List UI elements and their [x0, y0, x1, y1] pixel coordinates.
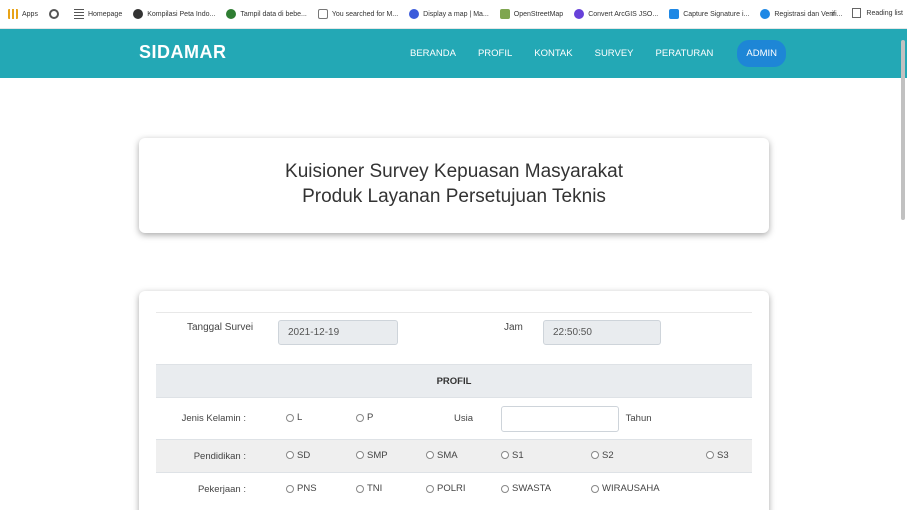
- radio-icon[interactable]: [426, 484, 434, 493]
- profile-table: PROFIL Jenis Kelamin : L P Usia Tahun Pe…: [156, 364, 752, 506]
- bookmark-chrome[interactable]: [48, 9, 63, 19]
- bookmark-convert-arcgis[interactable]: Convert ArcGIS JSO...: [574, 9, 658, 19]
- site-icon: [760, 9, 771, 19]
- education-option-smp[interactable]: SMP: [356, 439, 426, 473]
- bookmark-homepage[interactable]: Homepage: [73, 9, 122, 19]
- radio-icon[interactable]: [286, 484, 294, 493]
- nav-menu: BERANDA PROFIL KONTAK SURVEY PERATURAN A…: [410, 29, 787, 78]
- education-row: Pendidikan : SD SMP SMA S1 S2 S3: [156, 439, 752, 473]
- more-bookmarks-chevron-icon[interactable]: »: [831, 9, 835, 18]
- site-icon: [574, 9, 585, 19]
- survey-date-field[interactable]: 2021-12-19: [278, 320, 398, 345]
- bookmark-openstreetmap[interactable]: OpenStreetMap: [499, 9, 563, 19]
- radio-icon[interactable]: [426, 451, 434, 460]
- education-option-sma[interactable]: SMA: [426, 439, 501, 473]
- radio-icon[interactable]: [356, 413, 364, 422]
- job-option-polri[interactable]: POLRI: [426, 472, 501, 506]
- radio-icon[interactable]: [356, 484, 364, 493]
- apps-grid-icon: [8, 9, 18, 19]
- bookmarks-bar: Apps Homepage Kompilasi Peta Indo... Tam…: [0, 0, 907, 29]
- bookmark-display-map[interactable]: Display a map | Ma...: [409, 9, 489, 19]
- job-option-tni[interactable]: TNI: [356, 472, 426, 506]
- profile-section-title: PROFIL: [156, 364, 752, 398]
- site-icon: [133, 9, 144, 19]
- job-option-wirausaha[interactable]: WIRAUSAHA: [591, 472, 752, 506]
- bookmark-kompilasi[interactable]: Kompilasi Peta Indo...: [133, 9, 215, 19]
- survey-time-field[interactable]: 22:50:50: [543, 320, 661, 345]
- chrome-icon: [48, 9, 59, 19]
- age-input[interactable]: [501, 405, 619, 432]
- survey-subtitle: Produk Layanan Persetujuan Teknis: [302, 186, 606, 207]
- job-option-swasta[interactable]: SWASTA: [501, 472, 591, 506]
- site-icon: [226, 9, 237, 19]
- job-row: Pekerjaan : PNS TNI POLRI SWASTA WIRAUSA…: [156, 472, 752, 506]
- age-label: Usia: [426, 397, 501, 440]
- survey-time-label: Jam: [504, 322, 523, 333]
- survey-title-card: Kuisioner Survey Kepuasan Masyarakat Pro…: [139, 138, 769, 233]
- gender-option-l[interactable]: L: [286, 397, 356, 440]
- radio-icon[interactable]: [591, 451, 599, 460]
- job-label: Pekerjaan :: [156, 472, 286, 506]
- survey-form-card: Tanggal Survei 2021-12-19 Jam 22:50:50 P…: [139, 291, 769, 510]
- education-label: Pendidikan :: [156, 439, 286, 473]
- bookmark-apps[interactable]: Apps: [8, 9, 38, 19]
- top-navbar: SIDAMAR BERANDA PROFIL KONTAK SURVEY PER…: [0, 29, 907, 78]
- bookmark-tampil-data[interactable]: Tampil data di bebe...: [226, 9, 307, 19]
- radio-icon[interactable]: [356, 451, 364, 460]
- nav-beranda[interactable]: BERANDA: [410, 48, 456, 59]
- reading-list-button[interactable]: Reading list: [852, 8, 903, 18]
- reading-list-icon: [852, 8, 862, 18]
- bookmark-capture-signature[interactable]: Capture Signature i...: [669, 9, 749, 19]
- profile-section-header: PROFIL: [156, 364, 752, 398]
- site-icon: [669, 9, 680, 19]
- site-icon: [409, 9, 420, 19]
- survey-title: Kuisioner Survey Kepuasan Masyarakat: [285, 161, 623, 182]
- gender-option-p[interactable]: P: [356, 397, 426, 440]
- bookmark-you-searched[interactable]: You searched for M...: [317, 9, 398, 19]
- nav-kontak[interactable]: KONTAK: [534, 48, 572, 59]
- education-option-s1[interactable]: S1: [501, 439, 591, 473]
- age-unit-label: Tahun: [625, 413, 652, 425]
- nav-admin-button[interactable]: ADMIN: [737, 40, 787, 67]
- code-icon: [317, 9, 328, 19]
- radio-icon[interactable]: [706, 451, 714, 460]
- radio-icon[interactable]: [286, 451, 294, 460]
- survey-date-label: Tanggal Survei: [187, 322, 254, 333]
- gender-row: Jenis Kelamin : L P Usia Tahun: [156, 397, 752, 440]
- list-icon: [73, 9, 84, 19]
- nav-survey[interactable]: SURVEY: [595, 48, 634, 59]
- education-option-sd[interactable]: SD: [286, 439, 356, 473]
- job-option-pns[interactable]: PNS: [286, 472, 356, 506]
- divider: [156, 312, 752, 313]
- radio-icon[interactable]: [501, 451, 509, 460]
- radio-icon[interactable]: [591, 484, 599, 493]
- nav-peraturan[interactable]: PERATURAN: [656, 48, 714, 59]
- gender-label: Jenis Kelamin :: [156, 397, 286, 440]
- radio-icon[interactable]: [286, 413, 294, 422]
- age-cell: Tahun: [501, 397, 752, 440]
- page-scrollbar[interactable]: [901, 40, 905, 220]
- radio-icon[interactable]: [501, 484, 509, 493]
- education-option-s2[interactable]: S2: [591, 439, 706, 473]
- osm-icon: [499, 9, 510, 19]
- brand-logo[interactable]: SIDAMAR: [139, 42, 227, 63]
- education-option-s3[interactable]: S3: [706, 439, 752, 473]
- nav-profil[interactable]: PROFIL: [478, 48, 512, 59]
